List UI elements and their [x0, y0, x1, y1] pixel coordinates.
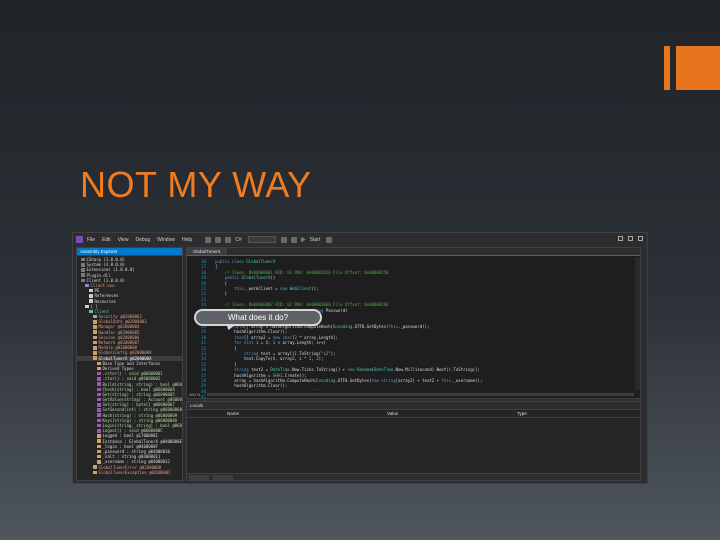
tree-item[interactable]: GlobalTunerException @0200000C — [77, 470, 182, 475]
tree-node-icon — [85, 304, 89, 309]
menu-bar: File Edit View Debug Window Help C# Star… — [73, 233, 647, 246]
tree-node-icon — [85, 283, 89, 288]
language-label[interactable]: C# — [235, 237, 241, 243]
tree-node-icon — [97, 434, 101, 438]
tree-node-icon — [93, 335, 97, 340]
bottom-tab-strip — [187, 473, 640, 480]
redo-icon[interactable] — [290, 236, 297, 243]
tree-node-icon — [93, 314, 97, 319]
column-type[interactable]: Type — [447, 410, 577, 417]
editor-vertical-scrollbar[interactable] — [635, 257, 640, 390]
tree-node-icon — [97, 413, 101, 417]
tree-node-icon — [81, 263, 85, 267]
locals-columns: Name Value Type — [187, 410, 640, 418]
menu-window[interactable]: Window — [157, 237, 175, 243]
config-select[interactable] — [247, 236, 276, 243]
tree-node-icon — [93, 351, 97, 355]
tree-node-icon — [97, 423, 101, 428]
open-icon[interactable] — [225, 236, 232, 243]
tree-node-icon — [81, 268, 85, 272]
ide-screenshot: File Edit View Debug Window Help C# Star… — [72, 232, 648, 484]
toolbar: C# Start — [205, 236, 336, 243]
tree-node-icon — [97, 366, 101, 371]
column-name[interactable]: Name — [187, 410, 317, 417]
maximize-icon[interactable] — [628, 236, 633, 241]
back-icon[interactable] — [205, 236, 212, 243]
bottom-tab[interactable] — [213, 475, 233, 480]
tab-globaltunerx[interactable]: GlobalTunerX — [187, 248, 227, 255]
tree-node-icon — [97, 377, 101, 381]
editor-horizontal-scrollbar[interactable] — [207, 393, 634, 396]
window-controls — [618, 236, 643, 241]
assembly-explorer-title: Assembly Explorer — [77, 248, 182, 256]
menu-edit[interactable]: Edit — [102, 237, 111, 243]
tree-node-icon — [81, 257, 85, 262]
start-button[interactable]: Start — [310, 237, 321, 243]
tree-node-icon — [97, 371, 101, 376]
tree-node-icon — [97, 397, 101, 402]
bottom-tab[interactable] — [189, 475, 209, 480]
tree-node-icon — [93, 465, 97, 469]
tree-node-icon — [81, 273, 85, 277]
tree-node-icon — [97, 444, 101, 449]
tree-node-icon — [93, 340, 97, 345]
tree-node-icon — [93, 330, 97, 334]
undo-icon[interactable] — [280, 236, 287, 243]
tree-node-icon — [97, 429, 101, 433]
tree-node-icon — [97, 361, 101, 366]
tree-node-icon — [81, 278, 85, 283]
tree-node-icon — [93, 320, 97, 324]
accent-bar — [664, 46, 670, 90]
assembly-tree: CSharp (1.0.0.0) System (4.0.0.0) Extensio… — [77, 256, 182, 475]
tree-node-icon — [97, 418, 101, 423]
search-icon[interactable] — [326, 236, 333, 243]
tree-item-label: Resources — [94, 298, 117, 304]
menu-debug[interactable]: Debug — [135, 237, 150, 243]
tree-node-icon — [97, 382, 101, 386]
menu-file[interactable]: File — [87, 237, 95, 243]
menu-help[interactable]: Help — [182, 237, 192, 243]
editor-tab-bar: GlobalTunerX — [187, 248, 640, 256]
tree-node-icon — [97, 408, 101, 412]
tree-node-icon — [97, 449, 101, 454]
callout-bubble: What does it do? — [194, 309, 322, 326]
tree-node-icon — [93, 325, 97, 329]
minimize-icon[interactable] — [618, 236, 623, 241]
tree-item-label: GlobalTunerException @0200000C — [98, 469, 171, 475]
tree-node-icon — [97, 439, 101, 443]
tree-node-icon — [89, 288, 93, 293]
tree-node-icon — [97, 403, 101, 407]
slide-title: NOT MY WAY — [80, 164, 312, 205]
assembly-explorer-panel: Assembly Explorer CSharp (1.0.0.0) System… — [76, 247, 183, 481]
tree-node-icon — [89, 294, 93, 298]
tree-node-icon — [97, 392, 101, 397]
tree-node-icon — [97, 454, 101, 459]
menu-view[interactable]: View — [118, 237, 129, 243]
tree-node-icon — [89, 309, 93, 314]
accent-block — [676, 46, 720, 90]
forward-icon[interactable] — [215, 236, 222, 243]
tree-node-icon — [93, 470, 97, 475]
tree-node-icon — [97, 460, 101, 464]
close-icon[interactable] — [638, 236, 643, 241]
app-logo-icon — [76, 236, 83, 243]
column-value[interactable]: Value — [317, 410, 447, 417]
start-play-icon[interactable] — [300, 236, 306, 243]
tree-node-icon — [89, 299, 93, 303]
tree-node-icon — [97, 387, 101, 392]
locals-title: Locals — [187, 402, 640, 410]
tree-node-icon — [93, 346, 97, 350]
tree-node-icon — [93, 356, 97, 360]
zoom-level[interactable]: 100 % — [189, 392, 200, 397]
locals-panel: Locals Name Value Type — [186, 401, 641, 481]
